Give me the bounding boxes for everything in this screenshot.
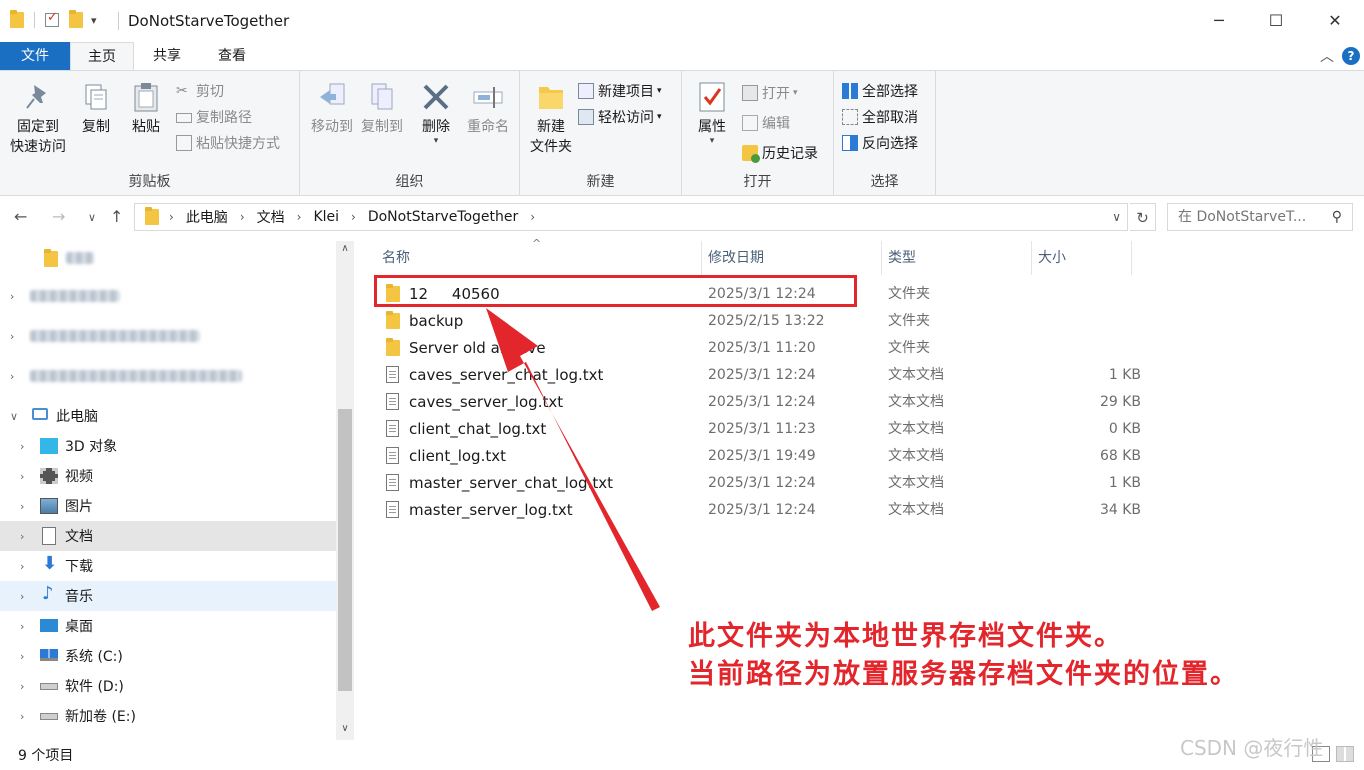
red-arrow-icon xyxy=(486,308,660,611)
watermark: CSDN @夜行性 xyxy=(1180,736,1324,760)
annotation-line-2: 当前路径为放置服务器存档文件夹的位置。 xyxy=(688,659,1239,690)
annotation-line-1: 此文件夹为本地世界存档文件夹。 xyxy=(688,621,1123,652)
